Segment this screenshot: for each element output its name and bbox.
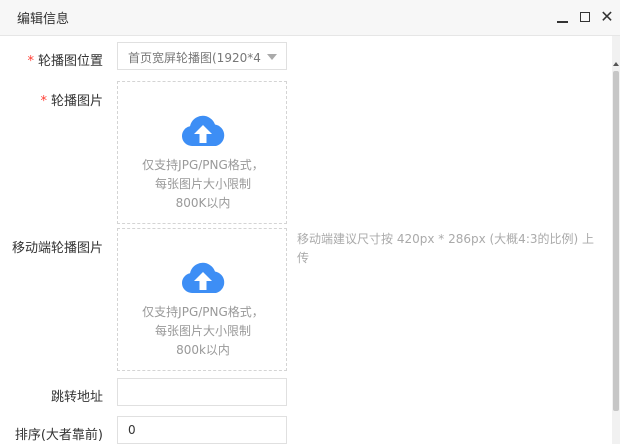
image-upload-area[interactable]: 仅支持JPG/PNG格式，每张图片大小限制800K以内 xyxy=(117,81,287,224)
chevron-down-icon xyxy=(267,54,277,60)
cloud-upload-icon xyxy=(181,115,225,146)
edit-dialog: 编辑信息 ✕ * 轮播图位置 首页宽屏轮播图(1920*4 * 轮播图片 仅支持JP… xyxy=(0,0,620,444)
image-label: * 轮播图片 xyxy=(40,94,103,109)
order-input-value: 0 xyxy=(128,423,136,437)
mobile-image-label: 移动端轮播图片 xyxy=(11,241,103,256)
required-asterisk: * xyxy=(27,54,34,69)
mobile-size-note: 移动端建议尺寸按 420px * 286px (大概4:3的比例) 上传 xyxy=(297,232,594,265)
scroll-up-arrow-icon[interactable] xyxy=(613,62,619,66)
position-select-value: 首页宽屏轮播图(1920*4 xyxy=(128,51,261,65)
minimize-icon[interactable] xyxy=(556,10,570,24)
position-label: * 轮播图位置 xyxy=(27,54,103,69)
mobile-image-upload-area[interactable]: 仅支持JPG/PNG格式，每张图片大小限制800k以内 xyxy=(117,228,287,371)
order-input[interactable]: 0 xyxy=(117,416,287,444)
link-input[interactable] xyxy=(117,378,287,406)
maximize-icon[interactable] xyxy=(579,10,593,24)
link-label: 跳转地址 xyxy=(50,390,103,405)
required-asterisk: * xyxy=(40,94,47,109)
scrollbar-thumb[interactable] xyxy=(613,71,619,411)
vertical-scrollbar[interactable] xyxy=(612,36,620,444)
mobile-image-upload-hint: 仅支持JPG/PNG格式，每张图片大小限制800k以内 xyxy=(142,305,264,357)
order-label: 排序(大者靠前) xyxy=(14,428,103,443)
cloud-upload-icon xyxy=(181,262,225,293)
dialog-titlebar: 编辑信息 ✕ xyxy=(0,0,620,36)
close-icon[interactable]: ✕ xyxy=(600,9,614,25)
image-upload-hint: 仅支持JPG/PNG格式，每张图片大小限制800K以内 xyxy=(142,158,264,210)
form-content: * 轮播图位置 首页宽屏轮播图(1920*4 * 轮播图片 仅支持JPG/PNG格式… xyxy=(0,36,612,444)
position-select[interactable]: 首页宽屏轮播图(1920*4 xyxy=(117,42,287,70)
dialog-title: 编辑信息 xyxy=(17,12,70,27)
